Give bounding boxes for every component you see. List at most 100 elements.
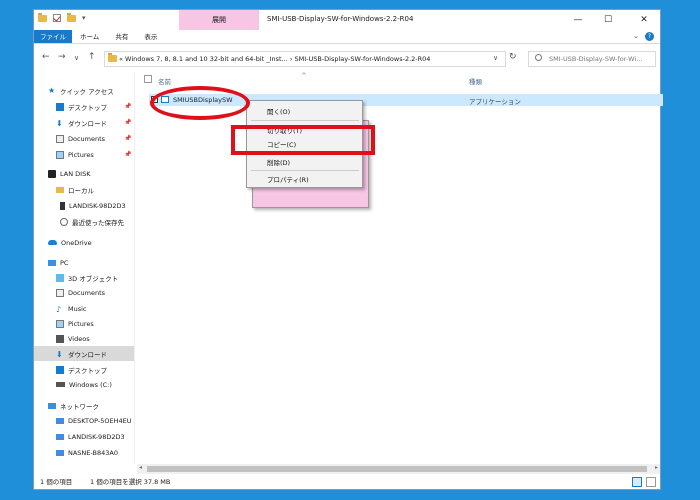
pane-divider[interactable] — [134, 72, 135, 464]
sidebar-item-videos[interactable]: Videos — [56, 331, 156, 346]
sidebar-item-music[interactable]: ♪ Music — [56, 301, 156, 316]
address-path: « Windows 7, 8, 8.1 and 10 32-bit and 64… — [119, 55, 431, 63]
lan-disk-icon — [48, 169, 56, 178]
network-icon — [48, 402, 56, 409]
folder-icon — [108, 53, 117, 62]
address-dropdown-button[interactable]: ∨ — [493, 54, 498, 62]
pin-icon: 📌 — [124, 103, 132, 110]
address-row: ← → ∨ ↑ « Windows 7, 8, 8.1 and 10 32-bi… — [34, 48, 660, 70]
title-bar: ▾ 展開 SMI-USB-Display-SW-for-Windows-2.2-… — [34, 10, 660, 30]
sidebar-item-label: デスクトップ — [68, 103, 107, 112]
address-bar[interactable]: « Windows 7, 8, 8.1 and 10 32-bit and 64… — [104, 51, 506, 67]
sidebar-item-windows-c[interactable]: Windows (C:) — [56, 377, 156, 392]
back-button[interactable]: ← — [42, 52, 50, 62]
help-icon[interactable]: ? — [645, 32, 654, 41]
network-pc-icon — [56, 433, 64, 440]
forward-button[interactable]: → — [58, 52, 66, 62]
contextual-tab-title: 展開 — [179, 10, 259, 30]
sidebar-item-label: Music — [68, 304, 87, 313]
sidebar-item-nasne[interactable]: NASNE-B843A0 — [56, 445, 156, 460]
videos-icon — [56, 334, 64, 343]
drive-icon — [56, 382, 65, 387]
sidebar-item-lan-disk[interactable]: LAN DISK — [48, 166, 148, 181]
desktop-icon — [56, 365, 64, 374]
menu-item-delete[interactable]: 削除(D) — [267, 157, 290, 167]
sidebar-item-local[interactable]: ローカル — [56, 182, 156, 197]
sidebar-item-pc-documents[interactable]: Documents — [56, 285, 156, 300]
tab-view[interactable]: 表示 — [136, 30, 165, 43]
network-pc-icon — [56, 449, 64, 456]
desktop-icon — [56, 102, 64, 111]
select-all-checkbox[interactable] — [144, 75, 152, 83]
sidebar-item-desktop-5oeh4eu[interactable]: DESKTOP-5OEH4EU — [56, 413, 156, 428]
device-icon — [60, 201, 65, 210]
tab-share[interactable]: 共有 — [107, 30, 136, 43]
details-view-icon[interactable] — [632, 477, 642, 487]
sidebar-item-label: ダウンロード — [68, 350, 107, 359]
item-count: 1 個の項目 — [40, 478, 73, 486]
refresh-button[interactable]: ↻ — [509, 52, 517, 62]
folder-icon — [56, 186, 64, 193]
sidebar-item-desktop[interactable]: デスクトップ — [56, 99, 156, 114]
close-button[interactable]: ✕ — [630, 10, 658, 30]
up-button[interactable]: ↑ — [88, 52, 96, 62]
sidebar-item-label: Videos — [68, 334, 90, 343]
sidebar-item-landisk[interactable]: LANDISK-98D2D3 — [60, 198, 160, 213]
menu-item-properties[interactable]: プロパティ(R) — [267, 174, 309, 184]
sidebar-item-downloads[interactable]: ⬇ ダウンロード — [56, 115, 156, 130]
sidebar-item-pc[interactable]: PC — [48, 255, 148, 270]
sidebar-item-landisk-98d2d3[interactable]: LANDISK-98D2D3 — [56, 429, 156, 444]
explorer-window: ▾ 展開 SMI-USB-Display-SW-for-Windows-2.2-… — [33, 9, 663, 490]
status-bar: 1 個の項目 1 個の項目を選択 37.8 MB — [34, 475, 660, 490]
sidebar-item-label: NASNE-B843A0 — [68, 448, 118, 457]
minimize-button[interactable]: — — [564, 10, 592, 30]
large-icons-view-icon[interactable] — [646, 477, 656, 487]
sidebar-item-label: Pictures — [68, 319, 94, 328]
sidebar-item-label: ネットワーク — [60, 402, 99, 411]
menu-separator — [251, 120, 359, 121]
sidebar-item-label: Windows (C:) — [69, 380, 112, 389]
sidebar-item-pc-pictures[interactable]: Pictures — [56, 316, 156, 331]
pictures-icon — [56, 319, 64, 328]
column-header-name[interactable]: 名前 — [158, 76, 171, 86]
pc-icon — [48, 259, 56, 266]
sidebar-item-documents[interactable]: Documents — [56, 131, 156, 146]
customize-qat-icon[interactable]: ▾ — [82, 14, 86, 22]
horizontal-scrollbar[interactable]: ◂ ▸ — [137, 464, 660, 474]
maximize-button[interactable]: ☐ — [594, 10, 622, 30]
star-icon: ★ — [48, 86, 56, 95]
quick-access-toolbar: ▾ — [38, 12, 86, 22]
column-header-type[interactable]: 種類 — [469, 76, 482, 86]
onedrive-icon — [48, 240, 57, 245]
search-icon — [535, 54, 542, 61]
sidebar-item-label: Documents — [68, 288, 106, 297]
tab-home[interactable]: ホーム — [72, 30, 107, 43]
search-input[interactable]: SMI-USB-Display-SW-for-Wi... — [528, 51, 656, 67]
sidebar-item-3d-objects[interactable]: 3D オブジェクト — [56, 270, 156, 285]
new-folder-icon[interactable] — [67, 12, 76, 22]
recent-locations-button[interactable]: ∨ — [74, 54, 79, 62]
sidebar-item-label: DESKTOP-5OEH4EU — [68, 416, 132, 425]
sidebar-item-quick-access[interactable]: ★ クイック アクセス — [48, 83, 148, 98]
sidebar-item-recent-locations[interactable]: 最近使った保存先 — [60, 214, 160, 229]
annotation-ellipse — [150, 86, 250, 120]
pin-icon: 📌 — [124, 135, 132, 142]
scroll-left-icon[interactable]: ◂ — [139, 464, 142, 471]
scroll-right-icon[interactable]: ▸ — [655, 464, 658, 471]
tab-file[interactable]: ファイル — [34, 30, 72, 43]
sidebar-item-onedrive[interactable]: OneDrive — [48, 235, 148, 250]
download-icon: ⬇ — [56, 349, 63, 359]
annotation-rectangle — [231, 125, 375, 155]
sidebar-item-network[interactable]: ネットワーク — [48, 398, 148, 413]
menu-item-open[interactable]: 開く(O) — [267, 106, 290, 116]
scrollbar-thumb[interactable] — [147, 466, 647, 472]
properties-icon[interactable] — [53, 14, 61, 22]
sidebar-item-pc-desktop[interactable]: デスクトップ — [56, 362, 156, 377]
documents-icon — [56, 134, 64, 143]
ribbon-collapse-icon[interactable]: ⌄ — [633, 32, 639, 41]
sidebar-item-label: 最近使った保存先 — [72, 218, 124, 227]
navigation-pane: ★ クイック アクセス デスクトップ 📌 ⬇ ダウンロード 📌 Document… — [34, 80, 134, 470]
music-icon: ♪ — [56, 304, 62, 314]
sidebar-item-pictures[interactable]: Pictures — [56, 147, 156, 162]
sidebar-item-pc-downloads[interactable]: ⬇ ダウンロード — [34, 346, 134, 361]
